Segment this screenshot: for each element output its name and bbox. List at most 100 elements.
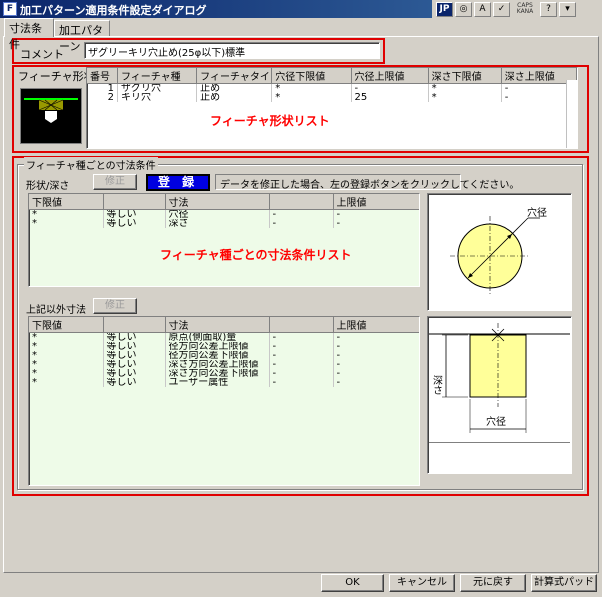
comment-input[interactable]: ザグリーキリ穴止め(25φ以下)標準 [84,42,380,59]
table-cell: * [29,219,104,228]
feature-shape-table: 番号フィーチャ種フィーチャタイプ穴径下限値穴径上限値深さ下限値深さ上限値 1ザグ… [87,68,577,102]
table-cell: 径方向公差上限値 [165,342,270,351]
dimension-conditions-table: 下限値 寸法 上限値 * 等しい 穴径 - - * 等しい 深さ - - [29,194,419,228]
other-dimension-row[interactable]: * 等しい 深さ方向公差下限値 - - [29,369,419,378]
table-cell: 径方向公差下限値 [165,351,270,360]
table-cell: - [333,332,419,342]
table-cell: * [29,342,104,351]
feature-shape-scrollbar[interactable] [566,80,577,148]
ime-menu-icon[interactable]: ▾ [559,1,576,17]
table-cell: * [29,369,104,378]
other-dimensions-label: 上記以外寸法 [26,305,86,316]
register-button[interactable]: 登 録 [146,174,210,191]
table-cell: - [333,209,419,219]
ime-help-icon[interactable]: ? [540,1,557,17]
table-cell: 2 [87,93,118,102]
dimension-conditions-list[interactable]: 下限値 寸法 上限値 * 等しい 穴径 - - * 等しい 深さ - - [28,193,420,287]
table-cell: 深さ [165,219,270,228]
hole-side-view-diagram: 深さ 穴径 [427,316,572,474]
feature-shape-header: 番号フィーチャ種フィーチャタイプ穴径下限値穴径上限値深さ下限値深さ上限値 [87,68,577,84]
feature-shape-list[interactable]: 番号フィーチャ種フィーチャタイプ穴径下限値穴径上限値深さ下限値深さ上限値 1ザグ… [86,67,578,149]
column-header[interactable] [269,317,334,333]
feature-shape-row[interactable]: 2 キリ穴 止め * 25 * - [87,93,577,102]
column-header[interactable]: フィーチャ種 [117,68,198,84]
ime-font-icon[interactable]: A [474,1,491,17]
diagram-top-label: 穴径 [527,206,547,219]
counterbore-hole-icon [24,98,78,123]
edit-other-dimensions-button[interactable]: 修正 [93,298,137,314]
calc-pad-button[interactable]: 計算式パッド [531,574,597,592]
table-cell: 等しい [103,332,166,342]
column-header[interactable]: 上限値 [333,317,419,333]
table-cell: ザグリ穴 [117,83,198,93]
table-cell: * [29,209,104,219]
dimension-condition-row[interactable]: * 等しい 深さ - - [29,219,419,228]
ime-ring-icon[interactable]: ◎ [455,1,472,17]
table-cell: - [333,369,419,378]
table-cell: - [269,369,334,378]
feature-shape-preview [20,88,82,144]
ime-mode-button[interactable]: JP [436,1,453,17]
table-cell: - [333,342,419,351]
tab-machining-pattern[interactable]: 加工パターン [54,20,110,53]
other-dimensions-list[interactable]: 下限値 寸法 上限値 * 等しい 原点(側面取)量 - - * 等しい 径方向公差上限値 - - * 等し… [28,316,420,486]
table-cell: - [333,351,419,360]
window-title: 加工パターン適用条件設定ダイアログ [20,4,207,17]
column-header[interactable]: 深さ下限値 [428,68,502,84]
tab-dimension-conditions[interactable]: 寸法条件 [4,18,54,51]
table-cell: * [428,93,502,102]
other-dimension-row[interactable]: * 等しい 径方向公差下限値 - - [29,351,419,360]
table-cell: ユーザー属性 [165,378,270,387]
column-header[interactable] [103,194,166,210]
other-dimension-row[interactable]: * 等しい 深さ方向公差上限値 - - [29,360,419,369]
diagram-bottom-label: 穴径 [486,415,506,428]
table-cell: 穴径 [165,209,270,219]
column-header[interactable]: 寸法 [165,317,270,333]
table-cell: * [29,351,104,360]
column-header[interactable]: 番号 [87,68,118,84]
table-cell: 等しい [103,209,166,219]
table-cell: * [29,378,104,387]
column-header[interactable]: 上限値 [333,194,419,210]
other-dimension-row[interactable]: * 等しい ユーザー属性 - - [29,378,419,387]
table-cell: 等しい [103,351,166,360]
register-hint-message: データを修正した場合、左の登録ボタンをクリックしてください。 [215,174,519,191]
ime-toolbar: JP ◎ A ✓ CAPS KANA ? ▾ [432,0,602,18]
reset-button[interactable]: 元に戻す [460,574,526,592]
table-cell: - [333,219,419,228]
column-header[interactable] [103,317,166,333]
dimension-condition-row[interactable]: * 等しい 穴径 - - [29,209,419,219]
other-dimension-row[interactable]: * 等しい 径方向公差上限値 - - [29,342,419,351]
feature-shape-list-annotation: フィーチャ形状リスト [210,114,330,128]
column-header[interactable] [269,194,334,210]
other-dimension-row[interactable]: * 等しい 原点(側面取)量 - - [29,332,419,342]
feature-shape-row[interactable]: 1 ザグリ穴 止め * - * - [87,83,577,93]
table-cell: - [269,209,334,219]
table-cell: * [271,83,352,93]
other-dimensions-table: 下限値 寸法 上限値 * 等しい 原点(側面取)量 - - * 等しい 径方向公差上限値 - - * 等し… [29,317,419,387]
app-icon: F [3,2,17,16]
ok-button[interactable]: OK [321,574,384,592]
table-cell: 深さ方向公差下限値 [165,369,270,378]
edit-shape-depth-button[interactable]: 修正 [93,174,137,190]
column-header[interactable]: 寸法 [165,194,270,210]
column-header[interactable]: フィーチャタイプ [196,68,273,84]
comment-label: コメント [20,48,64,61]
hole-diameter-diagram-icon: 穴径 [450,206,547,296]
table-cell: 等しい [103,360,166,369]
table-cell: * [271,93,352,102]
diagram-side-label: 深さ [431,375,443,395]
table-cell: - [269,219,334,228]
ime-check-icon[interactable]: ✓ [493,1,510,17]
column-header[interactable]: 下限値 [29,317,104,333]
ime-caps-kana-status: CAPS KANA [512,3,538,15]
column-header[interactable]: 下限値 [29,194,104,210]
table-cell: - [269,351,334,360]
shape-depth-label: 形状/深さ [26,181,70,192]
feature-shape-label: フィーチャ形状 [18,70,95,83]
column-header[interactable]: 穴径上限値 [351,68,429,84]
cancel-button[interactable]: キャンセル [389,574,455,592]
dimension-conditions-header: 下限値 寸法 上限値 [29,194,419,210]
table-cell: 等しい [103,369,166,378]
column-header[interactable]: 穴径下限値 [271,68,352,84]
